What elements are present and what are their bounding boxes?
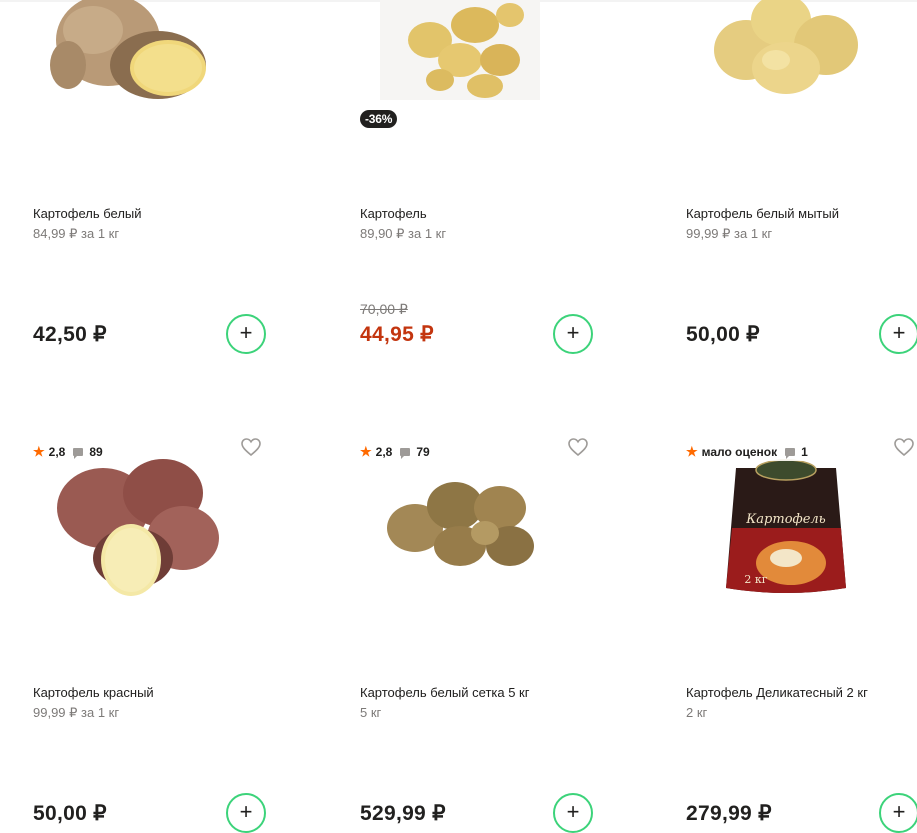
rating-value: 2,8 bbox=[48, 445, 66, 459]
plus-icon: + bbox=[239, 320, 253, 345]
product-image[interactable]: Картофель 2 кг bbox=[686, 448, 886, 608]
product-title[interactable]: Картофель красный bbox=[33, 684, 154, 702]
product-price: 529,99 ₽ bbox=[360, 802, 446, 825]
add-to-cart-button[interactable]: + bbox=[553, 314, 593, 354]
unit-price: 84,99 ₽ за 1 кг bbox=[33, 226, 120, 241]
product-grid: Картофель белый 84,99 ₽ за 1 кг 42,50 ₽ … bbox=[0, 0, 917, 833]
review-count: 89 bbox=[89, 445, 103, 459]
old-price: 70,00 ₽ bbox=[360, 301, 408, 317]
product-price: 279,99 ₽ bbox=[686, 802, 772, 825]
rating: ★ 2,8 89 bbox=[33, 443, 107, 461]
package-label: Картофель bbox=[745, 512, 826, 527]
product-title[interactable]: Картофель bbox=[360, 205, 427, 223]
product-title[interactable]: Картофель белый bbox=[33, 205, 142, 223]
favorite-button[interactable] bbox=[239, 435, 263, 459]
product-price: 50,00 ₽ bbox=[686, 323, 760, 346]
product-card[interactable]: Картофель белый 84,99 ₽ за 1 кг 42,50 ₽ … bbox=[33, 0, 266, 360]
review-count: 79 bbox=[416, 445, 430, 459]
plus-icon: + bbox=[892, 320, 906, 345]
product-price: 44,95 ₽ bbox=[360, 323, 434, 346]
product-image[interactable] bbox=[686, 0, 886, 150]
plus-icon: + bbox=[566, 799, 580, 824]
plus-icon: + bbox=[892, 799, 906, 824]
product-price: 50,00 ₽ bbox=[33, 802, 107, 825]
product-card[interactable]: ★ мало оценок 1 Картофель 2 кг Картофель… bbox=[686, 438, 917, 833]
product-price: 42,50 ₽ bbox=[33, 323, 107, 346]
rating-value: мало оценок bbox=[701, 445, 778, 459]
add-to-cart-button[interactable]: + bbox=[226, 793, 266, 833]
favorite-button[interactable] bbox=[892, 435, 916, 459]
add-to-cart-button[interactable]: + bbox=[879, 793, 917, 833]
star-icon: ★ bbox=[33, 444, 45, 459]
star-icon: ★ bbox=[360, 444, 372, 459]
add-to-cart-button[interactable]: + bbox=[226, 314, 266, 354]
comment-icon bbox=[73, 448, 84, 459]
unit-price: 5 кг bbox=[360, 705, 382, 720]
discount-badge: -36% bbox=[360, 110, 398, 128]
plus-icon: + bbox=[239, 799, 253, 824]
heart-icon bbox=[568, 438, 588, 457]
product-card[interactable]: -36% Картофель 89,90 ₽ за 1 кг 70,00 ₽ 4… bbox=[360, 0, 593, 360]
product-card[interactable]: ★ 2,8 89 Картофель красный 99,99 ₽ за 1 … bbox=[33, 438, 266, 833]
comment-icon bbox=[400, 448, 411, 459]
product-title[interactable]: Картофель Деликатесный 2 кг bbox=[686, 684, 868, 702]
package-weight: 2 кг bbox=[744, 573, 767, 586]
rating: ★ мало оценок 1 bbox=[686, 443, 812, 461]
unit-price: 2 кг bbox=[686, 705, 708, 720]
product-card[interactable]: ★ 2,8 79 Картофель белый сетка 5 кг 5 кг… bbox=[360, 438, 593, 833]
add-to-cart-button[interactable]: + bbox=[879, 314, 917, 354]
product-image[interactable] bbox=[360, 448, 560, 608]
product-title[interactable]: Картофель белый мытый bbox=[686, 205, 839, 223]
review-count: 1 bbox=[801, 445, 808, 459]
rating-value: 2,8 bbox=[375, 445, 393, 459]
product-card[interactable]: Картофель белый мытый 99,99 ₽ за 1 кг 50… bbox=[686, 0, 917, 360]
heart-icon bbox=[894, 438, 914, 457]
product-image[interactable] bbox=[33, 448, 233, 608]
comment-icon bbox=[785, 448, 796, 459]
rating: ★ 2,8 79 bbox=[360, 443, 434, 461]
unit-price: 99,99 ₽ за 1 кг bbox=[33, 705, 120, 720]
product-title[interactable]: Картофель белый сетка 5 кг bbox=[360, 684, 530, 702]
unit-price: 89,90 ₽ за 1 кг bbox=[360, 226, 447, 241]
favorite-button[interactable] bbox=[566, 435, 590, 459]
heart-icon bbox=[241, 438, 261, 457]
add-to-cart-button[interactable]: + bbox=[553, 793, 593, 833]
plus-icon: + bbox=[566, 320, 580, 345]
product-image[interactable] bbox=[33, 0, 233, 150]
star-icon: ★ bbox=[686, 444, 698, 459]
unit-price: 99,99 ₽ за 1 кг bbox=[686, 226, 773, 241]
